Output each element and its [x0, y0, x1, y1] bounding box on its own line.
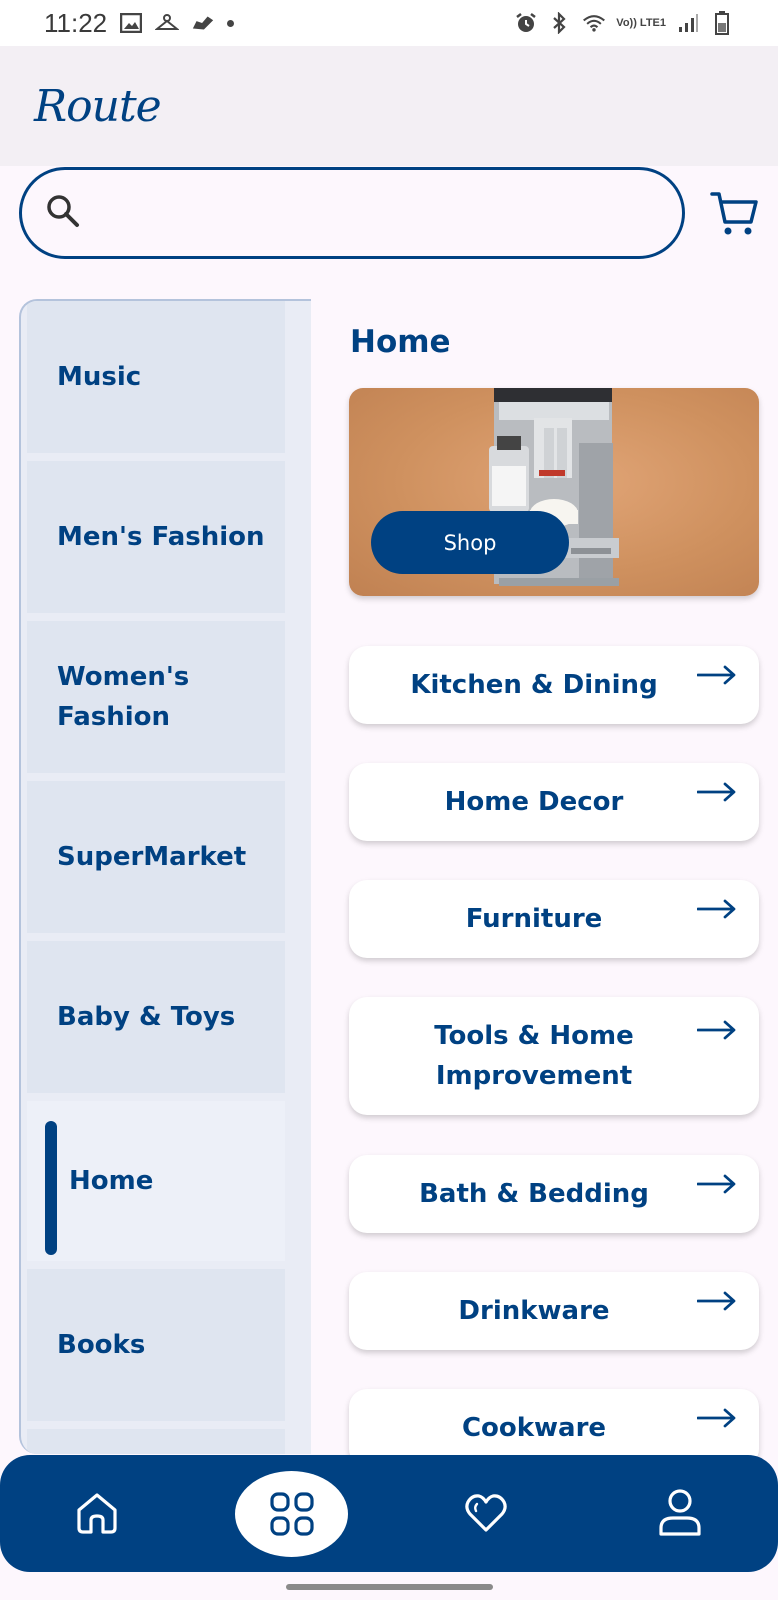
sidebar-item-supermarket[interactable]: SuperMarket [27, 781, 285, 933]
sidebar-item-music[interactable]: Music [27, 301, 285, 453]
search-icon[interactable] [44, 192, 82, 234]
sidebar-item-womens-fashion[interactable]: Women's Fashion [27, 621, 285, 773]
shop-button[interactable]: Shop [371, 511, 569, 574]
sidebar-item-label: Men's Fashion [57, 522, 265, 552]
shoe-icon [191, 12, 215, 34]
arrow-right-icon[interactable] [697, 1407, 737, 1429]
nav-wishlist[interactable] [456, 1483, 516, 1543]
arrow-right-icon[interactable] [697, 664, 737, 686]
cart-button[interactable] [709, 188, 759, 238]
home-indicator [286, 1584, 493, 1590]
category-title: Home [350, 324, 451, 360]
subcategory-label: Home Decor [444, 787, 624, 817]
arrow-right-icon[interactable] [697, 1290, 737, 1312]
nav-categories[interactable] [235, 1471, 348, 1557]
nav-profile[interactable] [650, 1483, 710, 1543]
status-time: 11:22 [44, 7, 108, 38]
arrow-right-icon[interactable] [697, 1019, 737, 1041]
arrow-right-icon[interactable] [697, 781, 737, 803]
bluetooth-icon [548, 12, 572, 34]
battery-icon [710, 11, 734, 35]
category-banner: Shop [349, 388, 759, 596]
subcategory-label: Kitchen & Dining [410, 670, 658, 700]
arrow-right-icon[interactable] [697, 1173, 737, 1195]
heart-icon[interactable] [463, 1490, 509, 1536]
sidebar-item-partial[interactable] [27, 1429, 285, 1454]
subcategory-label: Tools & Home Improvement [434, 1021, 634, 1091]
subcategory-label: Bath & Bedding [419, 1179, 649, 1209]
selected-indicator [45, 1121, 57, 1255]
subcategory-bath-bedding[interactable]: Bath & Bedding [349, 1155, 759, 1233]
subcategory-kitchen-dining[interactable]: Kitchen & Dining [349, 646, 759, 724]
nav-home[interactable] [67, 1483, 127, 1543]
sidebar-item-label: Baby & Toys [57, 1002, 236, 1032]
subcategory-label: Cookware [461, 1413, 607, 1443]
route-logo: Route [34, 80, 162, 132]
status-bar: 11:22 Vo)) LTE1 [0, 0, 778, 46]
signal-icon [676, 12, 700, 34]
cart-icon[interactable] [709, 192, 759, 242]
network-label: Vo)) LTE1 [616, 16, 666, 29]
home-icon[interactable] [74, 1490, 120, 1536]
subcategory-label: Furniture [465, 904, 603, 934]
subcategory-home-decor[interactable]: Home Decor [349, 763, 759, 841]
search-bar[interactable] [19, 167, 685, 259]
hanger-icon [155, 12, 180, 34]
sidebar-item-books[interactable]: Books [27, 1269, 285, 1421]
dot-icon [227, 19, 235, 27]
sidebar-item-home[interactable]: Home [27, 1101, 285, 1261]
sidebar-item-label: Music [57, 362, 142, 392]
sidebar-item-label: Books [57, 1330, 146, 1360]
sidebar-item-label: Home [69, 1166, 154, 1196]
wifi-icon [582, 12, 606, 34]
subcategory-furniture[interactable]: Furniture [349, 880, 759, 958]
sidebar-item-baby-toys[interactable]: Baby & Toys [27, 941, 285, 1093]
sidebar-item-mens-fashion[interactable]: Men's Fashion [27, 461, 285, 613]
arrow-right-icon[interactable] [697, 898, 737, 920]
subcategory-label: Drinkware [458, 1296, 610, 1326]
sidebar-item-label: SuperMarket [57, 842, 247, 872]
subcategory-drinkware[interactable]: Drinkware [349, 1272, 759, 1350]
categories-grid-icon[interactable] [269, 1491, 315, 1537]
search-input[interactable] [96, 183, 682, 243]
profile-icon[interactable] [657, 1488, 703, 1538]
category-sidebar[interactable]: Music Men's Fashion Women's Fashion Supe… [19, 299, 311, 1454]
sidebar-item-label: Women's Fashion [57, 662, 190, 732]
alarm-icon [514, 12, 538, 34]
subcategory-tools-home-improvement[interactable]: Tools & Home Improvement [349, 997, 759, 1115]
app-header: Route [0, 46, 778, 166]
bottom-navigation [0, 1455, 778, 1572]
image-icon [119, 12, 143, 34]
